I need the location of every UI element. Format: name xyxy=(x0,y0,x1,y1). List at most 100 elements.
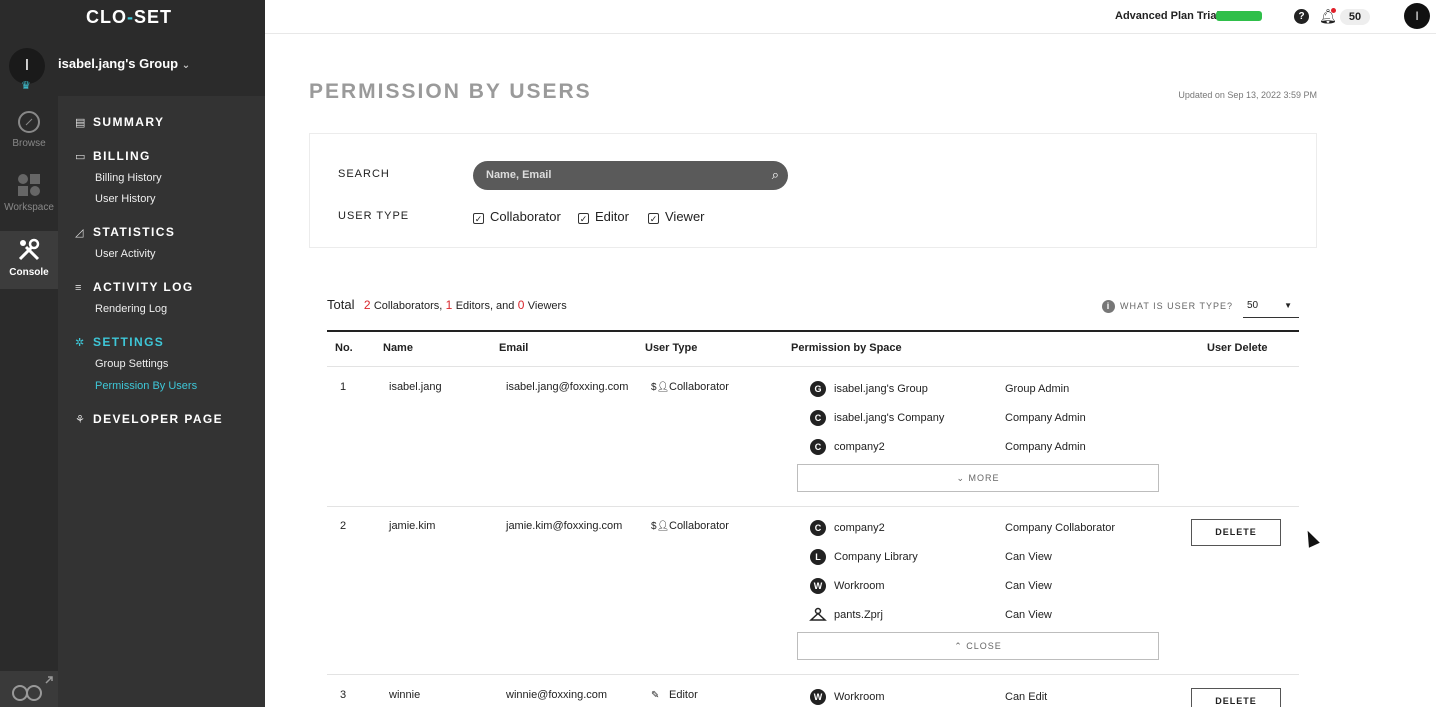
checkbox-icon[interactable]: ✓ xyxy=(578,213,589,224)
menu-user-history[interactable]: User History xyxy=(95,193,156,205)
rail-console[interactable]: Console xyxy=(0,231,58,289)
menu-billing-history[interactable]: Billing History xyxy=(95,172,162,184)
more-button[interactable]: ⌄ MORE xyxy=(797,464,1159,492)
search-icon[interactable]: ⌕ xyxy=(772,167,779,183)
row-email: winnie@foxxing.com xyxy=(506,689,608,701)
group-name[interactable]: isabel.jang's Group ⌄ xyxy=(58,56,190,71)
row-email: jamie.kim@foxxing.com xyxy=(506,520,623,532)
clo-set-logo[interactable]: CLO-SET xyxy=(86,7,172,28)
chevron-up-icon: ⌃ xyxy=(954,641,963,651)
company-space-icon: C xyxy=(810,520,826,536)
th-permission-by-space: Permission by Space xyxy=(791,342,902,354)
th-name: Name xyxy=(383,342,413,354)
clo-mark-icon xyxy=(12,676,53,701)
card-icon: ▭ xyxy=(75,151,87,163)
space-role: Company Collaborator xyxy=(1005,522,1116,534)
sidebar-menu: ▤ SUMMARY ▭ BILLING Billing History User H… xyxy=(58,96,265,707)
space-name: company2 xyxy=(834,522,885,534)
logo-band: CLO-SET xyxy=(0,0,265,34)
nodes-icon: ⚘ xyxy=(75,414,87,426)
left-rail: Browse Workspace Console xyxy=(0,96,58,707)
group-space-icon: G xyxy=(810,381,826,397)
row-user-type: ✎ Editor xyxy=(651,689,698,701)
chevron-down-icon: ⌄ xyxy=(181,60,191,71)
help-icon[interactable]: ? xyxy=(1294,9,1309,24)
row-user-type: $👤︎Collaborator xyxy=(651,520,729,532)
menu-summary[interactable]: ▤ SUMMARY xyxy=(75,115,164,129)
chart-icon: ◿ xyxy=(75,227,85,239)
row-no: 3 xyxy=(340,689,347,701)
menu-settings[interactable]: ✲ SETTINGS xyxy=(75,335,164,349)
total-summary: Total 2 Collaborators, 1 Editors, and 0 … xyxy=(327,297,567,312)
rail-workspace[interactable]: Workspace xyxy=(0,172,58,216)
checkbox-editor[interactable]: ✓ Editor xyxy=(578,209,629,224)
rail-collapse[interactable] xyxy=(0,671,58,707)
notification-count[interactable]: 50 xyxy=(1340,9,1370,25)
th-user-type: User Type xyxy=(645,342,698,354)
checkbox-icon[interactable]: ✓ xyxy=(648,213,659,224)
collaborator-icon: $👤︎ xyxy=(651,521,670,532)
search-box[interactable]: ⌕ xyxy=(473,161,788,190)
company-space-icon: C xyxy=(810,439,826,455)
row-name: isabel.jang xyxy=(389,381,442,393)
table-header-line xyxy=(327,330,1299,332)
delete-button[interactable]: DELETE xyxy=(1191,519,1281,546)
collaborator-icon: $👤︎ xyxy=(651,382,670,393)
menu-statistics[interactable]: ◿ STATISTICS xyxy=(75,225,175,239)
mouse-cursor xyxy=(1302,528,1320,548)
space-role: Can View xyxy=(1005,609,1052,621)
menu-activity-log[interactable]: ≡ ACTIVITY LOG xyxy=(75,280,194,294)
top-bar: Advanced Plan Trial ? 🔔︎ 50 I xyxy=(265,0,1436,34)
user-type-label: USER TYPE xyxy=(338,210,410,222)
what-is-user-type-link[interactable]: i WHAT IS USER TYPE? xyxy=(1102,300,1233,313)
notification-dot xyxy=(1331,8,1336,13)
menu-user-activity[interactable]: User Activity xyxy=(95,248,156,260)
row-divider xyxy=(327,506,1299,507)
rail-browse[interactable]: Browse xyxy=(0,110,58,152)
company-space-icon: C xyxy=(810,410,826,426)
updated-timestamp: Updated on Sep 13, 2022 3:59 PM xyxy=(1178,90,1317,100)
workroom-space-icon: W xyxy=(810,578,826,594)
caret-down-icon: ▼ xyxy=(1284,301,1292,310)
gear-icon: ✲ xyxy=(75,337,86,349)
info-icon: i xyxy=(1102,300,1115,313)
space-name: Workroom xyxy=(834,580,885,592)
row-divider xyxy=(327,366,1299,367)
grid-icon xyxy=(18,174,40,196)
user-avatar[interactable]: I xyxy=(1404,3,1430,29)
space-name: Company Library xyxy=(834,551,918,563)
checkbox-viewer[interactable]: ✓ Viewer xyxy=(648,209,705,224)
workroom-space-icon: W xyxy=(810,689,826,705)
search-input[interactable] xyxy=(486,167,746,183)
space-role: Can View xyxy=(1005,580,1052,592)
group-header[interactable]: I ♛ isabel.jang's Group ⌄ xyxy=(0,34,265,96)
space-name: company2 xyxy=(834,441,885,453)
space-role: Can View xyxy=(1005,551,1052,563)
row-email: isabel.jang@foxxing.com xyxy=(506,381,629,393)
menu-billing[interactable]: ▭ BILLING xyxy=(75,149,151,163)
close-button[interactable]: ⌃ CLOSE xyxy=(797,632,1159,660)
space-name: isabel.jang's Company xyxy=(834,412,945,424)
per-page-select[interactable]: 50 ▼ xyxy=(1243,298,1299,318)
row-name: jamie.kim xyxy=(389,520,436,532)
menu-rendering-log[interactable]: Rendering Log xyxy=(95,303,167,315)
space-role: Can Edit xyxy=(1005,691,1048,703)
checkbox-collaborator[interactable]: ✓ Collaborator xyxy=(473,209,561,224)
row-user-type: $👤︎Collaborator xyxy=(651,381,729,393)
space-role: Group Admin xyxy=(1005,383,1070,395)
plan-label[interactable]: Advanced Plan Trial xyxy=(1115,10,1220,22)
editor-icon: ✎ xyxy=(651,690,660,701)
menu-permission-by-users[interactable]: Permission By Users xyxy=(95,380,197,392)
th-user-delete: User Delete xyxy=(1207,342,1268,354)
checkbox-icon[interactable]: ✓ xyxy=(473,213,484,224)
space-role: Company Admin xyxy=(1005,412,1086,424)
row-divider xyxy=(327,674,1299,675)
th-email: Email xyxy=(499,342,529,354)
plan-progress xyxy=(1216,11,1262,21)
crown-icon: ♛ xyxy=(21,80,31,92)
space-name: pants.Zprj xyxy=(834,609,883,621)
delete-button[interactable]: DELETE xyxy=(1191,688,1281,707)
compass-icon xyxy=(18,111,40,133)
menu-developer-page[interactable]: ⚘ DEVELOPER PAGE xyxy=(75,412,223,426)
menu-group-settings[interactable]: Group Settings xyxy=(95,358,168,370)
